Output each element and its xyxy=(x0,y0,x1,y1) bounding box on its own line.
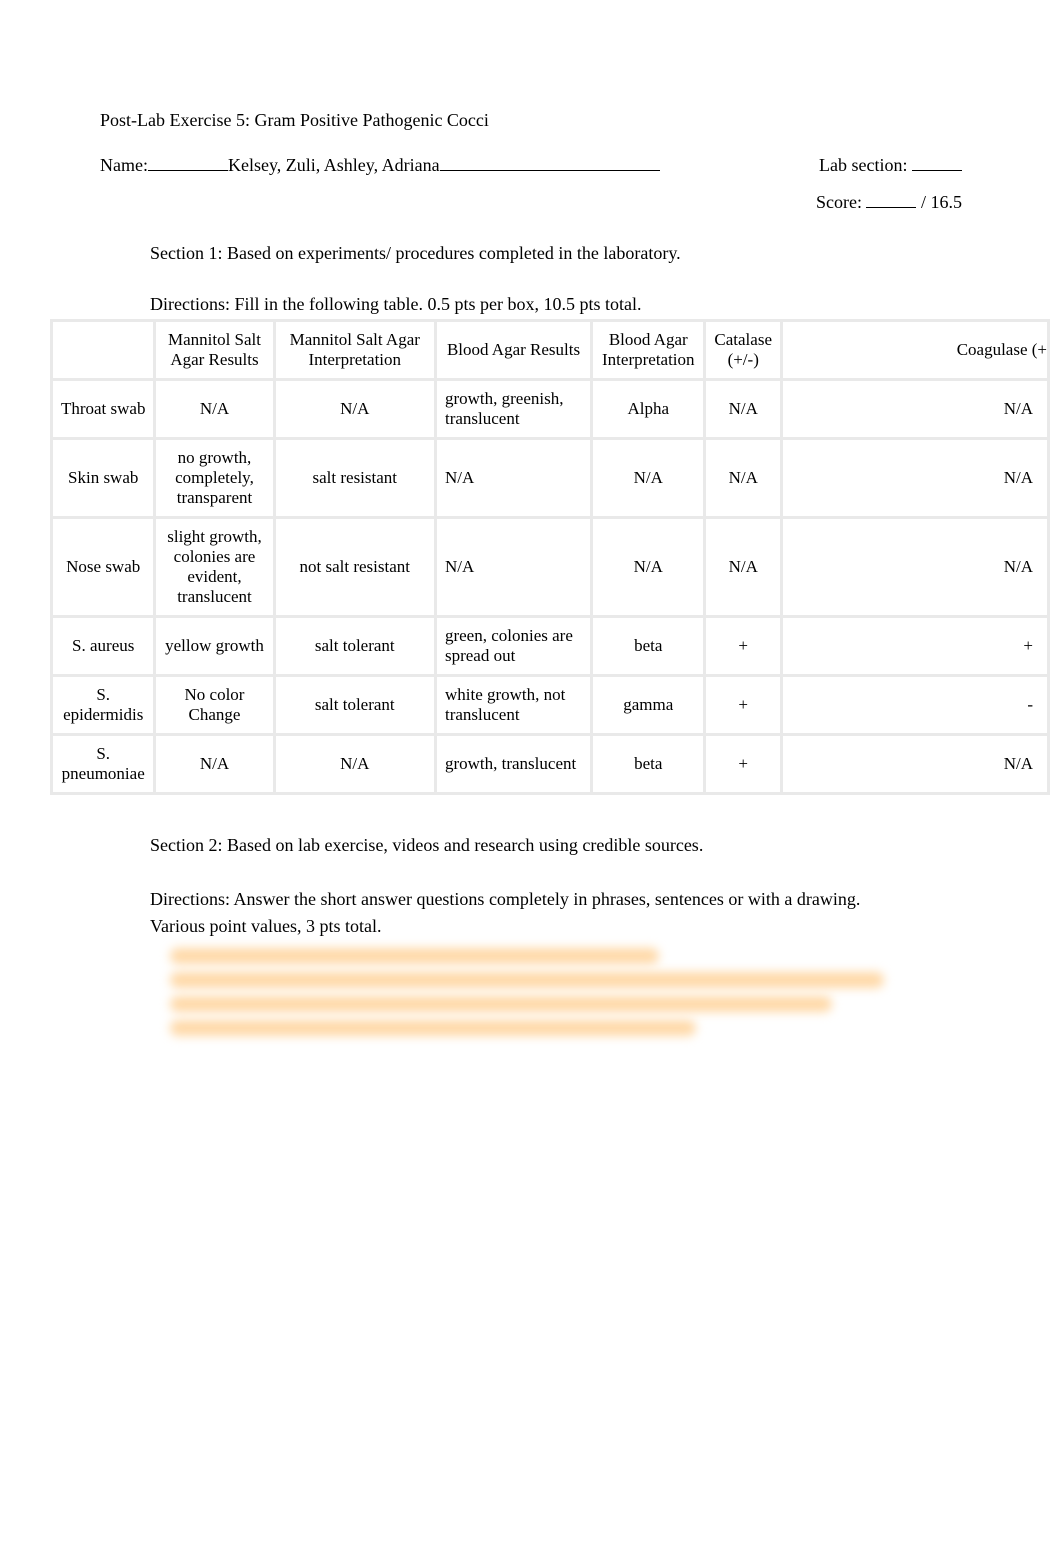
lab-section-label: Lab section: xyxy=(819,155,912,175)
section-1-heading: Section 1: Based on experiments/ procedu… xyxy=(150,243,962,264)
row-label: S. aureus xyxy=(53,618,153,674)
ba-results-cell: N/A xyxy=(437,519,590,615)
msa-interpretation-cell: salt resistant xyxy=(276,440,434,516)
msa-interpretation-cell: salt tolerant xyxy=(276,618,434,674)
section-2-heading: Section 2: Based on lab exercise, videos… xyxy=(150,835,962,856)
lab-section-blank xyxy=(912,170,962,171)
ba-results-cell: green, colonies are spread out xyxy=(437,618,590,674)
table-row: S. aureusyellow growthsalt tolerantgreen… xyxy=(53,618,1047,674)
catalase-cell: N/A xyxy=(706,440,779,516)
msa-results-cell: No color Change xyxy=(156,677,272,733)
ba-interpretation-cell: N/A xyxy=(593,519,703,615)
catalase-cell: + xyxy=(706,736,779,792)
msa-results-cell: slight growth, colonies are evident, tra… xyxy=(156,519,272,615)
directions-1: Directions: Fill in the following table.… xyxy=(150,294,962,315)
ba-interpretation-cell: Alpha xyxy=(593,381,703,437)
msa-results-cell: N/A xyxy=(156,381,272,437)
row-label: Throat swab xyxy=(53,381,153,437)
page-title: Post-Lab Exercise 5: Gram Positive Patho… xyxy=(100,110,962,131)
catalase-cell: N/A xyxy=(706,519,779,615)
blurred-answer-block xyxy=(170,948,962,1036)
header-ba-results: Blood Agar Results xyxy=(437,322,590,378)
ba-results-cell: N/A xyxy=(437,440,590,516)
catalase-cell: N/A xyxy=(706,381,779,437)
results-table-container: Mannitol Salt Agar Results Mannitol Salt… xyxy=(50,319,1012,795)
ba-results-cell: growth, translucent xyxy=(437,736,590,792)
name-line: Name: Kelsey, Zuli, Ashley, Adriana Lab … xyxy=(100,155,962,176)
score-line: Score: / 16.5 xyxy=(100,192,962,213)
score-blank xyxy=(866,207,916,208)
table-row: S. epidermidisNo color Changesalt tolera… xyxy=(53,677,1047,733)
score-total: / 16.5 xyxy=(921,192,962,212)
row-label: Nose swab xyxy=(53,519,153,615)
ba-interpretation-cell: N/A xyxy=(593,440,703,516)
header-ba-interpretation: Blood Agar Interpretation xyxy=(593,322,703,378)
student-names: Kelsey, Zuli, Ashley, Adriana xyxy=(228,155,440,176)
blurred-line xyxy=(170,948,659,964)
header-msa-interpretation: Mannitol Salt Agar Interpretation xyxy=(276,322,434,378)
coagulase-cell: N/A xyxy=(783,381,1047,437)
coagulase-cell: N/A xyxy=(783,519,1047,615)
ba-results-cell: growth, greenish, translucent xyxy=(437,381,590,437)
msa-results-cell: yellow growth xyxy=(156,618,272,674)
results-table: Mannitol Salt Agar Results Mannitol Salt… xyxy=(50,319,1050,795)
coagulase-cell: N/A xyxy=(783,440,1047,516)
header-msa-results: Mannitol Salt Agar Results xyxy=(156,322,272,378)
catalase-cell: + xyxy=(706,677,779,733)
msa-interpretation-cell: not salt resistant xyxy=(276,519,434,615)
catalase-cell: + xyxy=(706,618,779,674)
msa-interpretation-cell: N/A xyxy=(276,736,434,792)
name-label: Name: xyxy=(100,155,148,176)
header-blank xyxy=(53,322,153,378)
row-label: S. pneumoniae xyxy=(53,736,153,792)
table-row: Skin swabno growth, completely, transpar… xyxy=(53,440,1047,516)
header-coagulase: Coagulase (+ xyxy=(783,322,1047,378)
blurred-line xyxy=(170,996,832,1012)
coagulase-cell: - xyxy=(783,677,1047,733)
msa-results-cell: N/A xyxy=(156,736,272,792)
name-blank-after xyxy=(440,170,660,171)
msa-interpretation-cell: salt tolerant xyxy=(276,677,434,733)
directions-2: Directions: Answer the short answer ques… xyxy=(150,886,962,940)
msa-interpretation-cell: N/A xyxy=(276,381,434,437)
row-label: S. epidermidis xyxy=(53,677,153,733)
score-label: Score: xyxy=(816,192,866,212)
table-header-row: Mannitol Salt Agar Results Mannitol Salt… xyxy=(53,322,1047,378)
coagulase-cell: N/A xyxy=(783,736,1047,792)
row-label: Skin swab xyxy=(53,440,153,516)
coagulase-cell: + xyxy=(783,618,1047,674)
blurred-line xyxy=(170,1020,696,1036)
ba-results-cell: white growth, not translucent xyxy=(437,677,590,733)
table-row: Nose swabslight growth, colonies are evi… xyxy=(53,519,1047,615)
name-blank-before xyxy=(148,170,228,171)
ba-interpretation-cell: gamma xyxy=(593,677,703,733)
table-row: Throat swabN/AN/Agrowth, greenish, trans… xyxy=(53,381,1047,437)
ba-interpretation-cell: beta xyxy=(593,618,703,674)
blurred-line xyxy=(170,972,884,988)
table-row: S. pneumoniaeN/AN/Agrowth, translucentbe… xyxy=(53,736,1047,792)
ba-interpretation-cell: beta xyxy=(593,736,703,792)
header-catalase: Catalase (+/-) xyxy=(706,322,779,378)
msa-results-cell: no growth, completely, transparent xyxy=(156,440,272,516)
